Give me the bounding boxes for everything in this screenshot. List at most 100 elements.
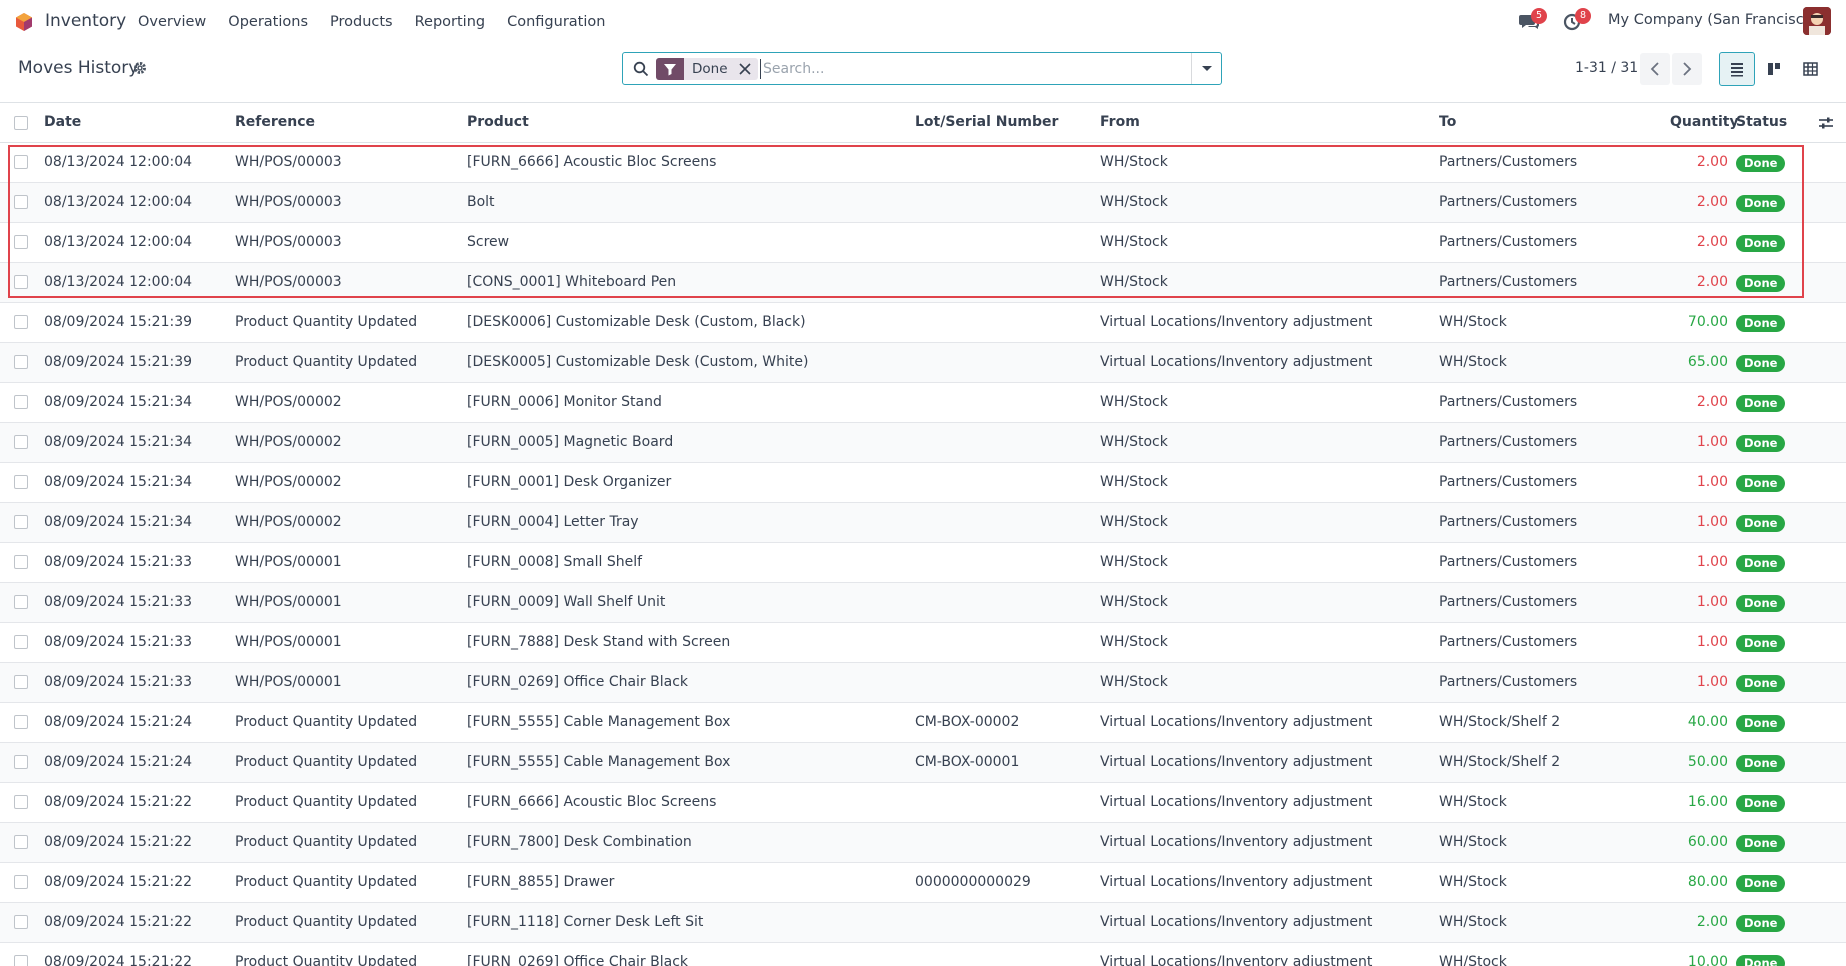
table-row[interactable]: 08/13/2024 12:00:04 WH/POS/00003 Bolt WH…	[0, 183, 1846, 223]
cell-reference: WH/POS/00001	[235, 554, 342, 570]
cell-quantity: 70.00	[1687, 314, 1728, 330]
moves-table: Date Reference Product Lot/Serial Number…	[0, 102, 1846, 966]
table-row[interactable]: 08/09/2024 15:21:39 Product Quantity Upd…	[0, 343, 1846, 383]
table-row[interactable]: 08/09/2024 15:21:33 WH/POS/00001 [FURN_7…	[0, 623, 1846, 663]
table-row[interactable]: 08/09/2024 15:21:34 WH/POS/00002 [FURN_0…	[0, 423, 1846, 463]
top-navbar: Inventory Overview Operations Products R…	[0, 0, 1846, 43]
table-row[interactable]: 08/09/2024 15:21:39 Product Quantity Upd…	[0, 303, 1846, 343]
app-name[interactable]: Inventory	[45, 11, 126, 31]
table-row[interactable]: 08/13/2024 12:00:04 WH/POS/00003 [FURN_6…	[0, 143, 1846, 183]
pager-value[interactable]: 1-31 / 31	[1575, 60, 1638, 76]
table-row[interactable]: 08/09/2024 15:21:33 WH/POS/00001 [FURN_0…	[0, 663, 1846, 703]
cell-to: Partners/Customers	[1439, 154, 1578, 170]
column-header-lot[interactable]: Lot/Serial Number	[915, 114, 1058, 130]
main-menu: Overview Operations Products Reporting C…	[138, 0, 627, 43]
table-row[interactable]: 08/09/2024 15:21:24 Product Quantity Upd…	[0, 743, 1846, 783]
table-row[interactable]: 08/09/2024 15:21:33 WH/POS/00001 [FURN_0…	[0, 543, 1846, 583]
row-checkbox[interactable]	[14, 635, 28, 649]
search-options-toggle[interactable]	[1191, 53, 1221, 84]
table-row[interactable]: 08/13/2024 12:00:04 WH/POS/00003 [CONS_0…	[0, 263, 1846, 303]
column-header-date[interactable]: Date	[44, 114, 81, 130]
close-icon[interactable]	[736, 58, 754, 80]
status-badge: Done	[1736, 315, 1786, 332]
cell-from: Virtual Locations/Inventory adjustment	[1100, 354, 1373, 370]
row-checkbox[interactable]	[14, 955, 28, 966]
optional-columns-icon[interactable]	[1818, 116, 1834, 130]
table-row[interactable]: 08/09/2024 15:21:34 WH/POS/00002 [FURN_0…	[0, 463, 1846, 503]
row-checkbox[interactable]	[14, 915, 28, 929]
row-checkbox[interactable]	[14, 755, 28, 769]
cell-quantity: 1.00	[1696, 434, 1728, 450]
table-row[interactable]: 08/09/2024 15:21:22 Product Quantity Upd…	[0, 863, 1846, 903]
menu-item-overview[interactable]: Overview	[138, 14, 206, 30]
row-checkbox[interactable]	[14, 595, 28, 609]
column-header-reference[interactable]: Reference	[235, 114, 315, 130]
cell-quantity: 2.00	[1696, 274, 1728, 290]
row-checkbox[interactable]	[14, 715, 28, 729]
cell-product: [FURN_1118] Corner Desk Left Sit	[467, 914, 704, 930]
cell-product: [FURN_0004] Letter Tray	[467, 514, 639, 530]
table-row[interactable]: 08/09/2024 15:21:22 Product Quantity Upd…	[0, 903, 1846, 943]
cell-date: 08/09/2024 15:21:22	[44, 874, 193, 890]
cell-to: Partners/Customers	[1439, 554, 1578, 570]
status-badge: Done	[1736, 595, 1786, 612]
cell-date: 08/09/2024 15:21:34	[44, 514, 193, 530]
menu-item-products[interactable]: Products	[330, 14, 393, 30]
row-checkbox[interactable]	[14, 875, 28, 889]
search-input[interactable]	[760, 59, 1180, 79]
cell-reference: WH/POS/00003	[235, 234, 342, 250]
cell-date: 08/09/2024 15:21:39	[44, 354, 193, 370]
row-checkbox[interactable]	[14, 555, 28, 569]
cell-product: [FURN_7800] Desk Combination	[467, 834, 692, 850]
table-row[interactable]: 08/13/2024 12:00:04 WH/POS/00003 Screw W…	[0, 223, 1846, 263]
app-logo-icon[interactable]	[14, 12, 34, 32]
cell-reference: Product Quantity Updated	[235, 794, 418, 810]
avatar[interactable]	[1803, 7, 1831, 35]
cell-from: Virtual Locations/Inventory adjustment	[1100, 914, 1373, 930]
column-header-product[interactable]: Product	[467, 114, 529, 130]
cell-quantity: 10.00	[1687, 954, 1728, 966]
row-checkbox[interactable]	[14, 195, 28, 209]
row-checkbox[interactable]	[14, 475, 28, 489]
table-row[interactable]: 08/09/2024 15:21:24 Product Quantity Upd…	[0, 703, 1846, 743]
select-all-checkbox[interactable]	[14, 116, 28, 130]
pager-previous-button[interactable]	[1640, 53, 1670, 85]
row-checkbox[interactable]	[14, 435, 28, 449]
kanban-view-button[interactable]	[1756, 52, 1792, 86]
row-checkbox[interactable]	[14, 835, 28, 849]
cell-date: 08/09/2024 15:21:33	[44, 594, 193, 610]
column-header-to[interactable]: To	[1439, 114, 1456, 130]
cell-to: Partners/Customers	[1439, 274, 1578, 290]
column-header-status[interactable]: Status	[1736, 114, 1787, 130]
row-checkbox[interactable]	[14, 515, 28, 529]
company-switcher[interactable]: My Company (San Francisco)	[1608, 12, 1818, 28]
table-row[interactable]: 08/09/2024 15:21:22 Product Quantity Upd…	[0, 783, 1846, 823]
row-checkbox[interactable]	[14, 275, 28, 289]
column-header-quantity[interactable]: Quantity	[1670, 114, 1739, 130]
status-badge: Done	[1736, 835, 1786, 852]
row-checkbox[interactable]	[14, 315, 28, 329]
row-checkbox[interactable]	[14, 235, 28, 249]
menu-item-reporting[interactable]: Reporting	[415, 14, 486, 30]
row-checkbox[interactable]	[14, 675, 28, 689]
cell-reference: WH/POS/00002	[235, 514, 342, 530]
cell-from: Virtual Locations/Inventory adjustment	[1100, 754, 1373, 770]
column-header-from[interactable]: From	[1100, 114, 1140, 130]
row-checkbox[interactable]	[14, 355, 28, 369]
row-checkbox[interactable]	[14, 395, 28, 409]
table-row[interactable]: 08/09/2024 15:21:22 Product Quantity Upd…	[0, 823, 1846, 863]
menu-item-operations[interactable]: Operations	[228, 14, 308, 30]
pivot-view-button[interactable]	[1793, 52, 1829, 86]
cell-quantity: 2.00	[1696, 914, 1728, 930]
menu-item-configuration[interactable]: Configuration	[507, 14, 605, 30]
pager-next-button[interactable]	[1672, 53, 1702, 85]
row-checkbox[interactable]	[14, 795, 28, 809]
gear-icon[interactable]	[133, 61, 147, 75]
table-row[interactable]: 08/09/2024 15:21:34 WH/POS/00002 [FURN_0…	[0, 503, 1846, 543]
row-checkbox[interactable]	[14, 155, 28, 169]
list-view-button[interactable]	[1719, 52, 1755, 86]
cell-reference: Product Quantity Updated	[235, 834, 418, 850]
table-row[interactable]: 08/09/2024 15:21:22 Product Quantity Upd…	[0, 943, 1846, 966]
table-row[interactable]: 08/09/2024 15:21:34 WH/POS/00002 [FURN_0…	[0, 383, 1846, 423]
table-row[interactable]: 08/09/2024 15:21:33 WH/POS/00001 [FURN_0…	[0, 583, 1846, 623]
